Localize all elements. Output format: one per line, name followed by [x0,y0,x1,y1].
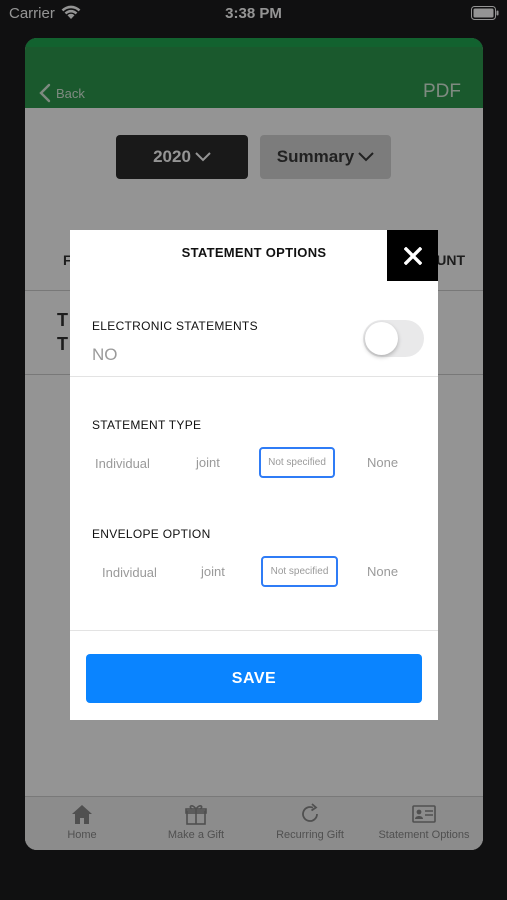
statement-options-modal: STATEMENT OPTIONS ELECTRONIC STATEMENTS … [70,230,438,720]
section-divider [70,376,438,377]
statement-type-option-joint[interactable]: joint [196,455,220,470]
statement-type-label: STATEMENT TYPE [92,418,202,432]
modal-title: STATEMENT OPTIONS [181,245,327,260]
statement-type-option-none[interactable]: None [367,455,398,470]
save-button[interactable]: SAVE [86,654,422,703]
close-button[interactable] [387,230,438,281]
statement-type-option-individual[interactable]: Individual [95,456,150,471]
close-icon [403,246,422,265]
electronic-statements-label: ELECTRONIC STATEMENTS [92,319,258,333]
envelope-option-none[interactable]: None [367,564,398,579]
electronic-statements-toggle[interactable] [363,320,424,357]
section-divider [70,630,438,631]
envelope-option-not-specified[interactable]: Not specified [261,556,338,587]
toggle-knob [365,322,398,355]
envelope-option-label: ENVELOPE OPTION [92,527,211,541]
electronic-statements-value: NO [92,345,118,364]
statement-type-option-not-specified[interactable]: Not specified [259,447,335,478]
envelope-option-joint[interactable]: joint [201,564,225,579]
envelope-option-individual[interactable]: Individual [102,565,157,580]
